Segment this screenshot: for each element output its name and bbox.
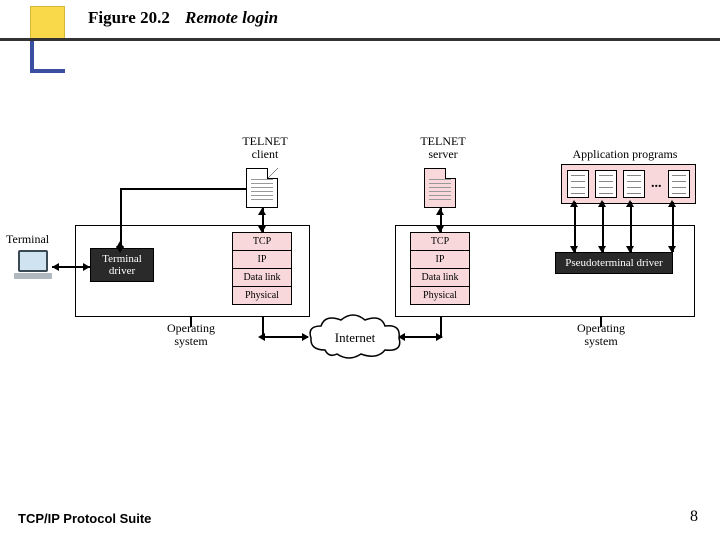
arrowhead-icon (570, 246, 578, 253)
app-program-icon (595, 170, 617, 198)
stack-layer: Data link (233, 269, 291, 287)
app-program-icon (623, 170, 645, 198)
connector (600, 317, 602, 327)
app-program-icon (567, 170, 589, 198)
arrowhead-icon (436, 333, 443, 341)
terminal-icon (18, 250, 52, 279)
app-programs-label: Application programs (560, 148, 690, 161)
app-programs-ellipsis: ... (651, 176, 662, 192)
arrowhead-icon (52, 263, 59, 271)
protocol-stack-right: TCP IP Data link Physical (410, 232, 470, 305)
arrowhead-icon (668, 246, 676, 253)
terminal-driver-label: Terminal driver (102, 253, 142, 277)
terminal-driver-box: Terminal driver (90, 248, 154, 282)
arrowhead-icon (398, 333, 405, 341)
arrowhead-icon (570, 200, 578, 207)
figure-title: Remote login (185, 8, 278, 28)
arrowhead-icon (258, 333, 265, 341)
arrowhead-icon (598, 200, 606, 207)
header-rule (0, 38, 720, 41)
arrowhead-icon (436, 208, 444, 215)
connector (630, 202, 632, 252)
stack-layer: Physical (411, 287, 469, 304)
arrowhead-icon (626, 246, 634, 253)
terminal-label: Terminal (6, 233, 49, 246)
stack-layer: IP (233, 251, 291, 269)
footer-page-number: 8 (690, 508, 698, 526)
figure-number: Figure 20.2 (88, 8, 170, 28)
stack-layer: Data link (411, 269, 469, 287)
arrowhead-icon (258, 226, 266, 233)
diagram: Terminal Terminal driver TCP IP Data lin… (0, 150, 720, 400)
pseudoterminal-driver-box: Pseudoterminal driver (555, 252, 673, 274)
connector (190, 317, 192, 327)
app-programs-box: ... (561, 164, 696, 204)
connector (120, 188, 122, 248)
arrowhead-icon (436, 226, 444, 233)
stack-layer: Physical (233, 287, 291, 304)
connector (120, 188, 246, 190)
footer-book-title: TCP/IP Protocol Suite (18, 511, 151, 526)
arrowhead-icon (83, 263, 90, 271)
slide-logo-square (30, 6, 65, 41)
stack-layer: TCP (411, 233, 469, 251)
slide-logo-l (30, 38, 65, 73)
arrowhead-icon (258, 208, 266, 215)
pseudoterminal-driver-label: Pseudoterminal driver (565, 257, 662, 269)
connector (672, 202, 674, 252)
connector (574, 202, 576, 252)
stack-layer: IP (411, 251, 469, 269)
internet-cloud: Internet (305, 312, 405, 362)
stack-layer: TCP (233, 233, 291, 251)
telnet-server-icon (424, 168, 456, 208)
telnet-client-label: TELNET client (240, 135, 290, 161)
telnet-server-label: TELNET server (418, 135, 468, 161)
app-program-icon (668, 170, 690, 198)
connector (602, 202, 604, 252)
internet-label: Internet (305, 330, 405, 346)
telnet-client-icon (246, 168, 278, 208)
arrowhead-icon (598, 246, 606, 253)
arrowhead-icon (668, 200, 676, 207)
arrowhead-icon (302, 333, 309, 341)
arrowhead-icon (626, 200, 634, 207)
protocol-stack-left: TCP IP Data link Physical (232, 232, 292, 305)
arrowhead-icon (116, 246, 124, 253)
